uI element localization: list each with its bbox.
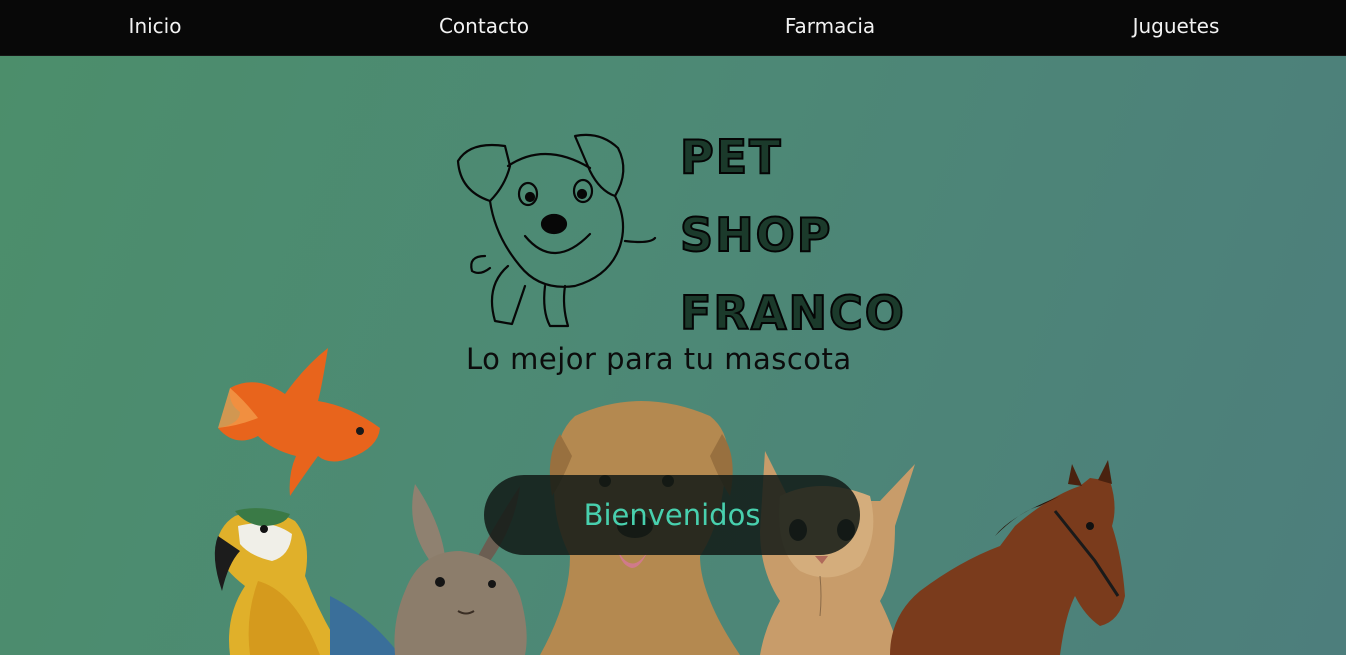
brand-line-pet: PET [679, 130, 783, 184]
tagline: Lo mejor para tu mascota [466, 342, 852, 376]
horse-image [890, 460, 1125, 655]
parrot-image [214, 508, 400, 655]
dog-logo-icon [456, 133, 657, 328]
goldfish-image [218, 348, 380, 496]
brand-line-shop: SHOP [679, 208, 833, 262]
brand-line-franco: FRANCO [679, 286, 906, 340]
welcome-banner: Bienvenidos [484, 475, 860, 555]
hero-banner: PET SHOP FRANCO Lo mejor para tu mascota… [0, 56, 1346, 655]
nav-link-juguetes[interactable]: Juguetes [1133, 14, 1220, 38]
top-navbar: Inicio Contacto Farmacia Juguetes [0, 0, 1346, 56]
nav-link-farmacia[interactable]: Farmacia [785, 14, 875, 38]
nav-link-inicio[interactable]: Inicio [129, 14, 182, 38]
nav-link-contacto[interactable]: Contacto [439, 14, 529, 38]
